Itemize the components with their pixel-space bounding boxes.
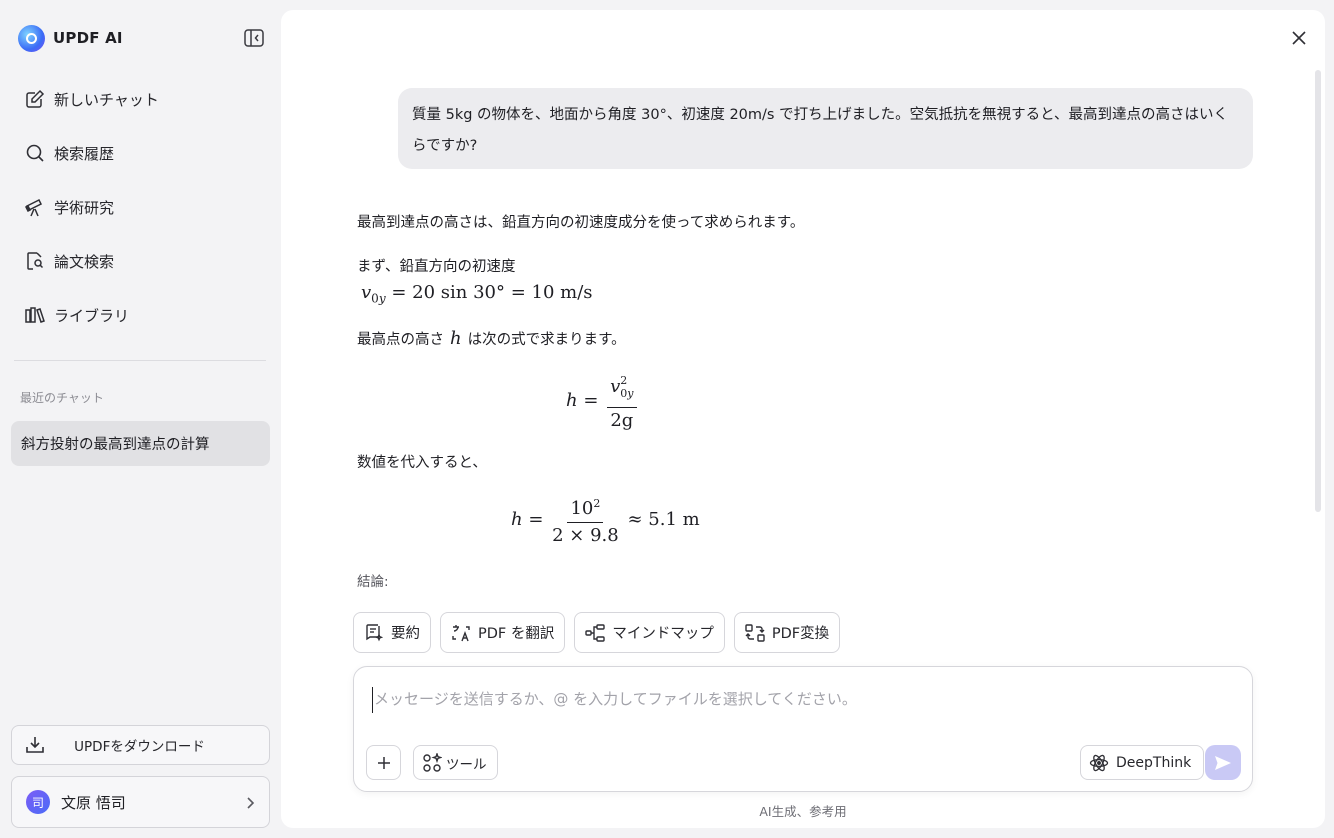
formula-denominator: 2g [610,409,634,431]
download-icon [25,736,45,758]
chip-label: マインドマップ [612,626,714,642]
deepthink-button[interactable]: DeepThink [1080,745,1205,780]
variable-h: h [450,328,462,349]
close-button[interactable] [1289,28,1309,48]
message-input[interactable] [372,687,1232,713]
recent-chat-item[interactable]: 斜方投射の最高到達点の計算 [11,421,270,466]
summary-button[interactable]: 要約 [353,612,431,653]
scrollbar[interactable] [1315,70,1321,512]
search-icon [24,142,46,164]
user-profile-button[interactable]: 司 文原 悟司 [11,776,270,828]
ai-disclaimer: AI生成、参考用 [759,804,847,819]
nav-label: 論文検索 [54,252,115,271]
user-name: 文原 悟司 [61,793,126,812]
convert-icon [745,623,765,643]
chip-label: PDF変換 [771,626,830,642]
brand: UPDF AI [18,24,123,52]
close-icon [1292,31,1306,45]
nav-new-chat[interactable]: 新しいチャット [11,72,270,126]
value-result: ≈ 5.1 m [627,509,700,530]
app-name: UPDF AI [53,29,123,47]
tools-icon [422,752,442,773]
answer-step3: 数値を代入すると、 [357,455,487,471]
pdf-convert-button[interactable]: PDF変換 [733,612,841,653]
answer-step2: 最高点の高さ h は次の式で求まります。 [357,328,626,349]
nav-academic-research[interactable]: 学術研究 [11,180,270,234]
value-exponent: 2 [593,497,601,510]
nav-label: 新しいチャット [54,90,159,109]
chat-panel: 質量 5kg の物体を、地面から角度 30°、初速度 20m/s で打ち上げまし… [281,10,1325,828]
sidebar: UPDF AI 新しいチャット 検索履歴 学術研究 論文検索 ライブラリ 最近の… [0,0,281,838]
telescope-icon [24,196,46,218]
chip-label: 要約 [391,626,420,642]
equation-velocity-rhs: = 20 sin 30° = 10 m/s [391,282,593,303]
nav-library[interactable]: ライブラリ [11,288,270,342]
value-denominator: 2 × 9.8 [552,525,619,546]
attach-button[interactable] [366,745,401,780]
sidebar-collapse-icon [244,29,264,47]
nav-label: 検索履歴 [54,144,115,163]
send-button[interactable] [1205,745,1241,780]
sidebar-divider [14,360,266,361]
plus-icon [377,756,390,769]
translate-icon [451,623,471,643]
equation-height-value: h = 102 2 × 9.8 ≈ 5.1 m [511,493,700,547]
answer-intro: 最高到達点の高さは、鉛直方向の初速度成分を使って求められます。 [357,215,805,231]
deepthink-label: DeepThink [1116,754,1192,771]
value-numerator: 10 [570,498,594,519]
updf-logo-icon [18,24,45,52]
download-updf-button[interactable]: UPDFをダウンロード [11,725,270,765]
chip-label: PDF を翻訳 [478,626,555,642]
equation-height-formula: h = v20y 2g [566,370,640,432]
library-icon [24,304,46,326]
translate-pdf-button[interactable]: PDF を翻訳 [440,612,566,653]
message-composer: ツール DeepThink [353,666,1253,792]
nav-paper-search[interactable]: 論文検索 [11,234,270,288]
document-search-icon [24,250,46,272]
equation-velocity: v0y = 20 sin 30° = 10 m/s [361,282,593,306]
download-label: UPDFをダウンロード [74,739,205,755]
summary-icon [364,623,384,643]
sidebar-collapse-button[interactable] [244,29,264,47]
answer-step2-pre: 最高点の高さ [357,332,444,348]
send-icon [1215,755,1231,770]
mindmap-icon [585,623,606,643]
sidebar-nav: 新しいチャット 検索履歴 学術研究 論文検索 ライブラリ [11,72,270,342]
tools-button[interactable]: ツール [413,745,498,780]
answer-conclusion: 結論: [357,574,389,590]
nav-label: ライブラリ [54,306,130,325]
tools-label: ツール [446,756,487,773]
nav-search-history[interactable]: 検索履歴 [11,126,270,180]
answer-step2-post: は次の式で求まります。 [467,332,626,348]
nav-label: 学術研究 [54,198,115,217]
recent-chats-label: 最近のチャット [20,391,104,405]
new-chat-icon [24,88,46,110]
answer-step1: まず、鉛直方向の初速度 [357,259,516,275]
atom-icon [1089,753,1109,773]
mindmap-button[interactable]: マインドマップ [574,612,725,653]
user-message-bubble: 質量 5kg の物体を、地面から角度 30°、初速度 20m/s で打ち上げまし… [398,88,1253,169]
avatar: 司 [26,790,50,814]
quick-actions: 要約 PDF を翻訳 マインドマップ PDF変換 [353,612,849,653]
chevron-right-icon [245,795,255,814]
